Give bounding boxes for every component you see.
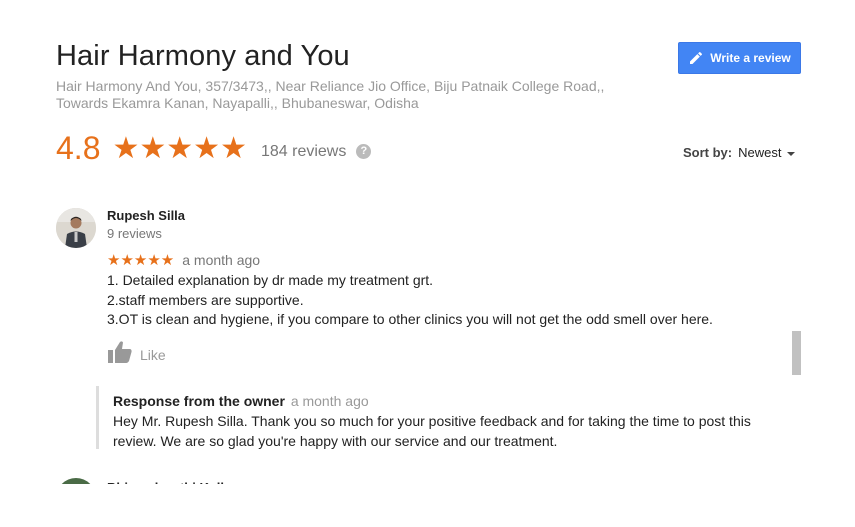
review-line: 1. Detailed explanation by dr made my tr… [107,272,434,288]
like-label: Like [140,346,166,363]
place-title: Hair Harmony and You [56,40,350,72]
owner-response: Response from the owner a month ago Hey … [96,386,789,449]
pencil-icon [688,50,704,66]
review-time: a month ago [182,252,261,268]
reviewer-name[interactable]: Rupesh Silla [107,208,185,223]
sort-dropdown[interactable]: Newest [738,145,781,160]
thumbs-up-icon [107,340,133,369]
owner-response-text: Hey Mr. Rupesh Silla. Thank you so much … [113,413,751,449]
help-icon[interactable]: ? [356,143,372,159]
write-review-button[interactable]: Write a review [678,42,801,74]
clip-overlay [0,484,855,527]
review-line: 2.staff members are supportive. [107,291,304,308]
total-review-count: 184 reviews [260,142,347,160]
owner-response-header: Response from the owner a month ago [113,393,369,409]
review-rating-row: ★★★★★ a month ago [107,251,260,269]
chevron-down-icon [787,151,796,156]
sort-control[interactable]: Sort by: Newest [683,145,796,160]
owner-response-title: Response from the owner [113,393,285,409]
scrollbar-thumb[interactable] [792,331,801,375]
review-line: 3.OT is clean and hygiene, if you compar… [107,311,713,327]
reviewer-review-count: 9 reviews [107,226,162,241]
average-rating: 4.8 [56,130,101,166]
review-text: 1. Detailed explanation by dr made my tr… [107,271,713,330]
place-address: Hair Harmony And You, 357/3473,, Near Re… [56,78,605,111]
average-stars: ★★★★★ [112,131,247,165]
owner-response-time: a month ago [290,393,369,409]
write-review-label: Write a review [710,51,791,65]
sort-label: Sort by: [683,145,733,160]
review-stars: ★★★★★ [107,252,175,269]
rating-summary: 4.8 ★★★★★ 184 reviews ? [56,130,372,167]
like-button[interactable]: Like [107,340,166,369]
avatar[interactable] [56,208,96,248]
